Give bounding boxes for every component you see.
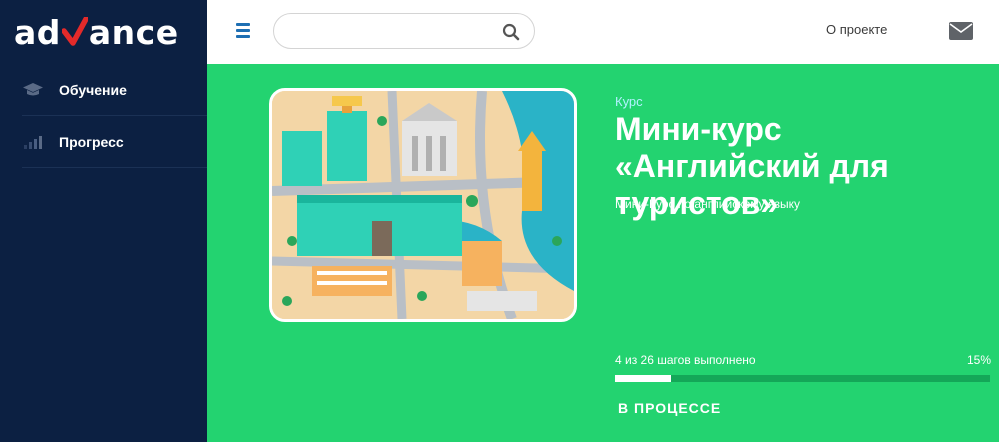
sidebar-item-learning[interactable]: Обучение [22, 64, 207, 116]
sidebar-item-label: Прогресс [59, 133, 124, 150]
hamburger-menu-icon[interactable] [232, 20, 254, 42]
search-input[interactable] [286, 20, 496, 42]
envelope-icon[interactable] [949, 22, 973, 40]
graduation-cap-icon [22, 81, 44, 99]
about-project-link[interactable]: О проекте [826, 22, 887, 37]
bar-chart-icon [22, 133, 44, 151]
course-image[interactable] [269, 88, 577, 322]
course-status-button[interactable]: В ПРОЦЕССЕ [618, 400, 721, 416]
city-map-illustration [272, 91, 574, 319]
progress-percent: 15% [967, 353, 992, 367]
progress-bar [615, 375, 990, 382]
sidebar-item-progress[interactable]: Прогресс [22, 116, 207, 168]
course-hero: Курс Мини-курс «Английский для туристов»… [207, 64, 999, 442]
sidebar-item-label: Обучение [59, 81, 127, 98]
logo[interactable]: ad ance [0, 0, 207, 64]
course-kind-label: Курс [615, 94, 643, 109]
search-icon[interactable] [502, 23, 520, 41]
logo-checkmark-icon [61, 17, 88, 46]
progress-steps-text: 4 из 26 шагов выполнено [615, 353, 756, 367]
search-box [273, 13, 535, 49]
progress-bar-fill [615, 375, 672, 382]
sidebar-nav: Обучение Прогресс [22, 64, 207, 168]
logo-text: ad ance [14, 12, 179, 52]
sidebar: ad ance Обучение Прогресс [0, 0, 207, 442]
top-bar: О проекте [207, 0, 999, 64]
course-subtitle: Мини-Курс по английскому языку [615, 197, 801, 211]
